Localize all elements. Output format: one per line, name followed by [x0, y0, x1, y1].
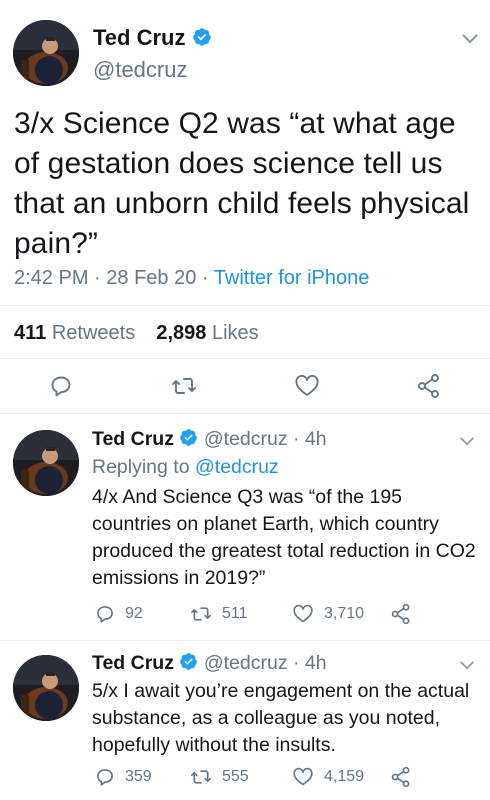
reply-count: 359	[125, 768, 152, 785]
tweet-age[interactable]: 4h	[305, 428, 327, 450]
like-button[interactable]: 3,710	[292, 604, 364, 624]
replying-to-link[interactable]: @tedcruz	[195, 456, 279, 478]
avatar[interactable]	[13, 20, 79, 86]
separator: ·	[287, 652, 305, 674]
share-button[interactable]	[390, 603, 412, 625]
author-handle[interactable]: @tedcruz	[93, 56, 187, 84]
reply-count: 92	[125, 605, 143, 622]
chevron-down-icon[interactable]	[461, 32, 479, 50]
retweet-button[interactable]	[171, 374, 197, 398]
avatar-photo	[13, 655, 79, 721]
separator: ·	[287, 428, 305, 450]
reply-button[interactable]: 359	[95, 767, 152, 787]
chevron-down-icon[interactable]	[459, 434, 475, 452]
share-icon	[418, 374, 439, 398]
divider	[0, 305, 490, 306]
tweet-source-link[interactable]: Twitter for iPhone	[214, 267, 370, 289]
reply-icon	[97, 606, 113, 623]
likes-count: 2,898	[156, 322, 207, 344]
tweet-age[interactable]: 4h	[305, 652, 327, 674]
tweet-text: 3/x Science Q2 was “at what age of gesta…	[14, 107, 470, 260]
like-count: 4,159	[324, 768, 365, 785]
tweet-date[interactable]: 28 Feb 20	[106, 267, 196, 289]
tweet-meta: 2:42 PM · 28 Feb 20 · Twitter for iPhone	[14, 265, 369, 291]
reply-icon	[51, 376, 71, 397]
author-name[interactable]: Ted Cruz	[92, 652, 174, 674]
tweet-text: 5/x I await you’re engagement on the act…	[92, 680, 470, 756]
likes-label: Likes	[211, 322, 259, 344]
retweet-count: 511	[222, 605, 248, 622]
divider	[0, 358, 490, 359]
like-icon	[295, 374, 319, 396]
verified-badge-icon	[179, 652, 198, 678]
avatar[interactable]	[13, 430, 79, 496]
retweets-stat[interactable]: 411 Retweets	[14, 322, 135, 344]
tweet-text: 4/x And Science Q3 was “of the 195 count…	[92, 486, 476, 589]
avatar-photo	[13, 20, 79, 86]
verified-badge-icon	[179, 428, 198, 454]
replying-to: Replying to @tedcruz	[92, 455, 279, 480]
retweet-icon	[190, 770, 211, 784]
retweets-count: 411	[14, 322, 47, 344]
like-button[interactable]: 4,159	[292, 767, 364, 787]
share-button[interactable]	[416, 373, 442, 399]
verified-badge-icon	[192, 26, 212, 54]
separator: ·	[196, 267, 214, 289]
avatar[interactable]	[13, 655, 79, 721]
share-icon	[391, 603, 410, 625]
engagement-stats: 411 Retweets 2,898 Likes	[14, 320, 259, 346]
author-name[interactable]: Ted Cruz	[92, 428, 174, 450]
divider	[0, 413, 490, 414]
author-name[interactable]: Ted Cruz	[93, 25, 185, 50]
reply-icon	[97, 769, 113, 786]
likes-stat[interactable]: 2,898 Likes	[156, 322, 258, 344]
retweet-icon	[172, 378, 196, 394]
author-handle[interactable]: @tedcruz	[204, 428, 288, 450]
replying-prefix: Replying to	[92, 456, 195, 478]
retweet-count: 555	[222, 768, 249, 785]
like-icon	[293, 604, 313, 623]
separator: ·	[88, 267, 107, 289]
tweet-time: 2:42 PM	[14, 267, 89, 289]
share-button[interactable]	[390, 766, 412, 788]
reply-button[interactable]	[49, 374, 73, 398]
like-count: 3,710	[324, 605, 365, 622]
avatar-photo	[13, 430, 79, 496]
retweet-icon	[190, 607, 211, 621]
like-button[interactable]	[294, 374, 320, 398]
author-handle[interactable]: @tedcruz	[204, 652, 288, 674]
chevron-down-icon[interactable]	[459, 658, 475, 676]
retweets-label: Retweets	[51, 322, 136, 344]
retweet-button[interactable]: 511	[190, 604, 248, 624]
divider	[0, 640, 490, 641]
like-icon	[293, 767, 313, 786]
reply-button[interactable]: 92	[95, 604, 143, 624]
share-icon	[391, 766, 410, 788]
retweet-button[interactable]: 555	[190, 767, 249, 787]
